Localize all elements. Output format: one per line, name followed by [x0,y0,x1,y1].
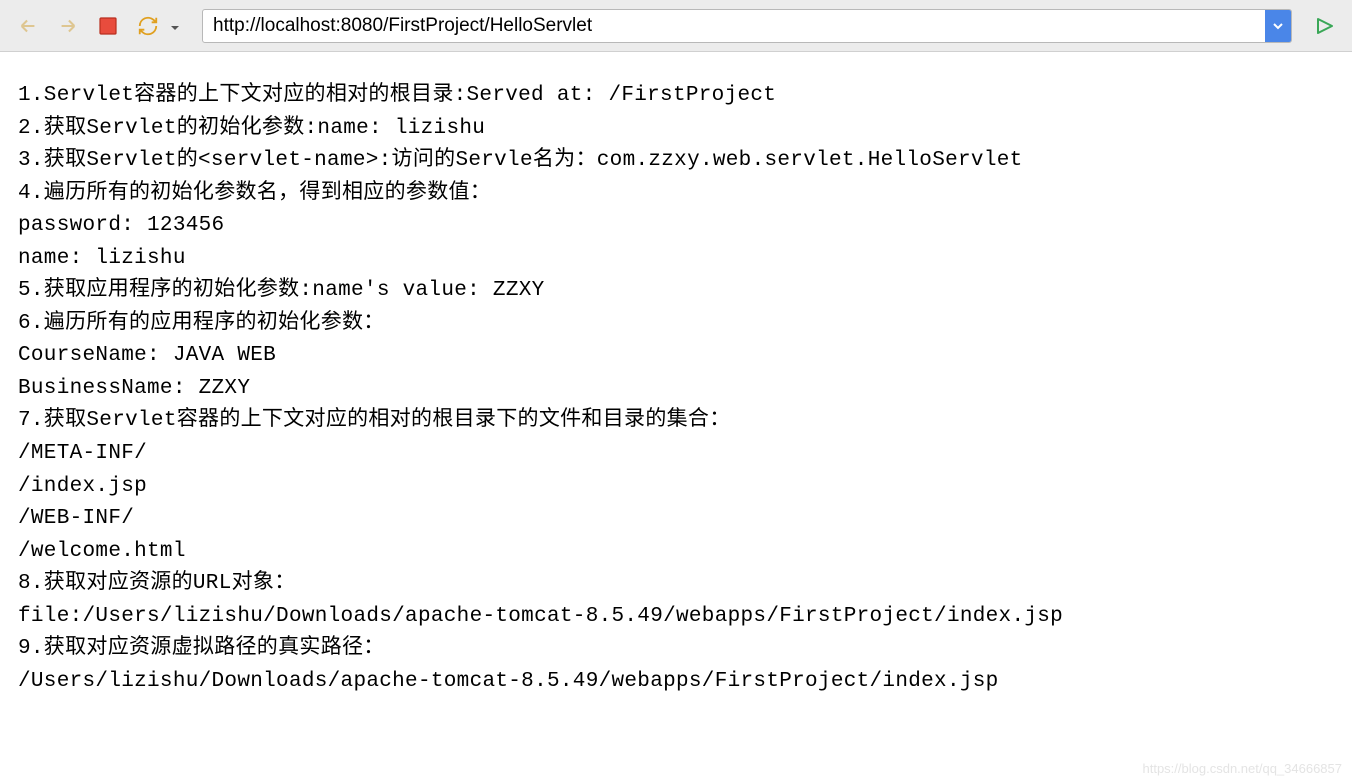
stop-button[interactable] [92,10,124,42]
content-line: /welcome.html [18,536,1334,569]
content-line: 9.获取对应资源虚拟路径的真实路径： [18,633,1334,666]
url-bar [202,9,1292,43]
content-line: /META-INF/ [18,438,1334,471]
content-line: CourseName: JAVA WEB [18,340,1334,373]
content-line: BusinessName: ZZXY [18,373,1334,406]
content-line: 1.Servlet容器的上下文对应的相对的根目录:Served at: /Fir… [18,80,1334,113]
content-line: 7.获取Servlet容器的上下文对应的相对的根目录下的文件和目录的集合： [18,405,1334,438]
stop-icon [99,17,117,35]
content-line: /index.jsp [18,471,1334,504]
refresh-dropdown-arrow-icon[interactable] [170,20,182,32]
content-line: 6.遍历所有的应用程序的初始化参数： [18,308,1334,341]
forward-arrow-icon [57,15,79,37]
content-line: /WEB-INF/ [18,503,1334,536]
browser-toolbar [0,0,1352,52]
url-input[interactable] [203,15,1265,37]
refresh-icon [137,15,159,37]
content-line: password: 123456 [18,210,1334,243]
content-line: /Users/lizishu/Downloads/apache-tomcat-8… [18,666,1334,699]
refresh-button[interactable] [132,10,164,42]
play-icon [1314,16,1334,36]
content-line: 3.获取Servlet的<servlet-name>:访问的Servle名为：c… [18,145,1334,178]
chevron-down-icon [1271,19,1285,33]
go-button[interactable] [1308,10,1340,42]
content-line: 8.获取对应资源的URL对象： [18,568,1334,601]
back-arrow-icon [17,15,39,37]
content-line: 2.获取Servlet的初始化参数:name: lizishu [18,113,1334,146]
url-dropdown-button[interactable] [1265,10,1291,42]
content-line: name: lizishu [18,243,1334,276]
watermark: https://blog.csdn.net/qq_34666857 [1143,761,1343,776]
content-line: 4.遍历所有的初始化参数名，得到相应的参数值： [18,178,1334,211]
content-line: file:/Users/lizishu/Downloads/apache-tom… [18,601,1334,634]
page-content: 1.Servlet容器的上下文对应的相对的根目录:Served at: /Fir… [0,52,1352,726]
content-line: 5.获取应用程序的初始化参数:name's value: ZZXY [18,275,1334,308]
forward-button[interactable] [52,10,84,42]
back-button[interactable] [12,10,44,42]
